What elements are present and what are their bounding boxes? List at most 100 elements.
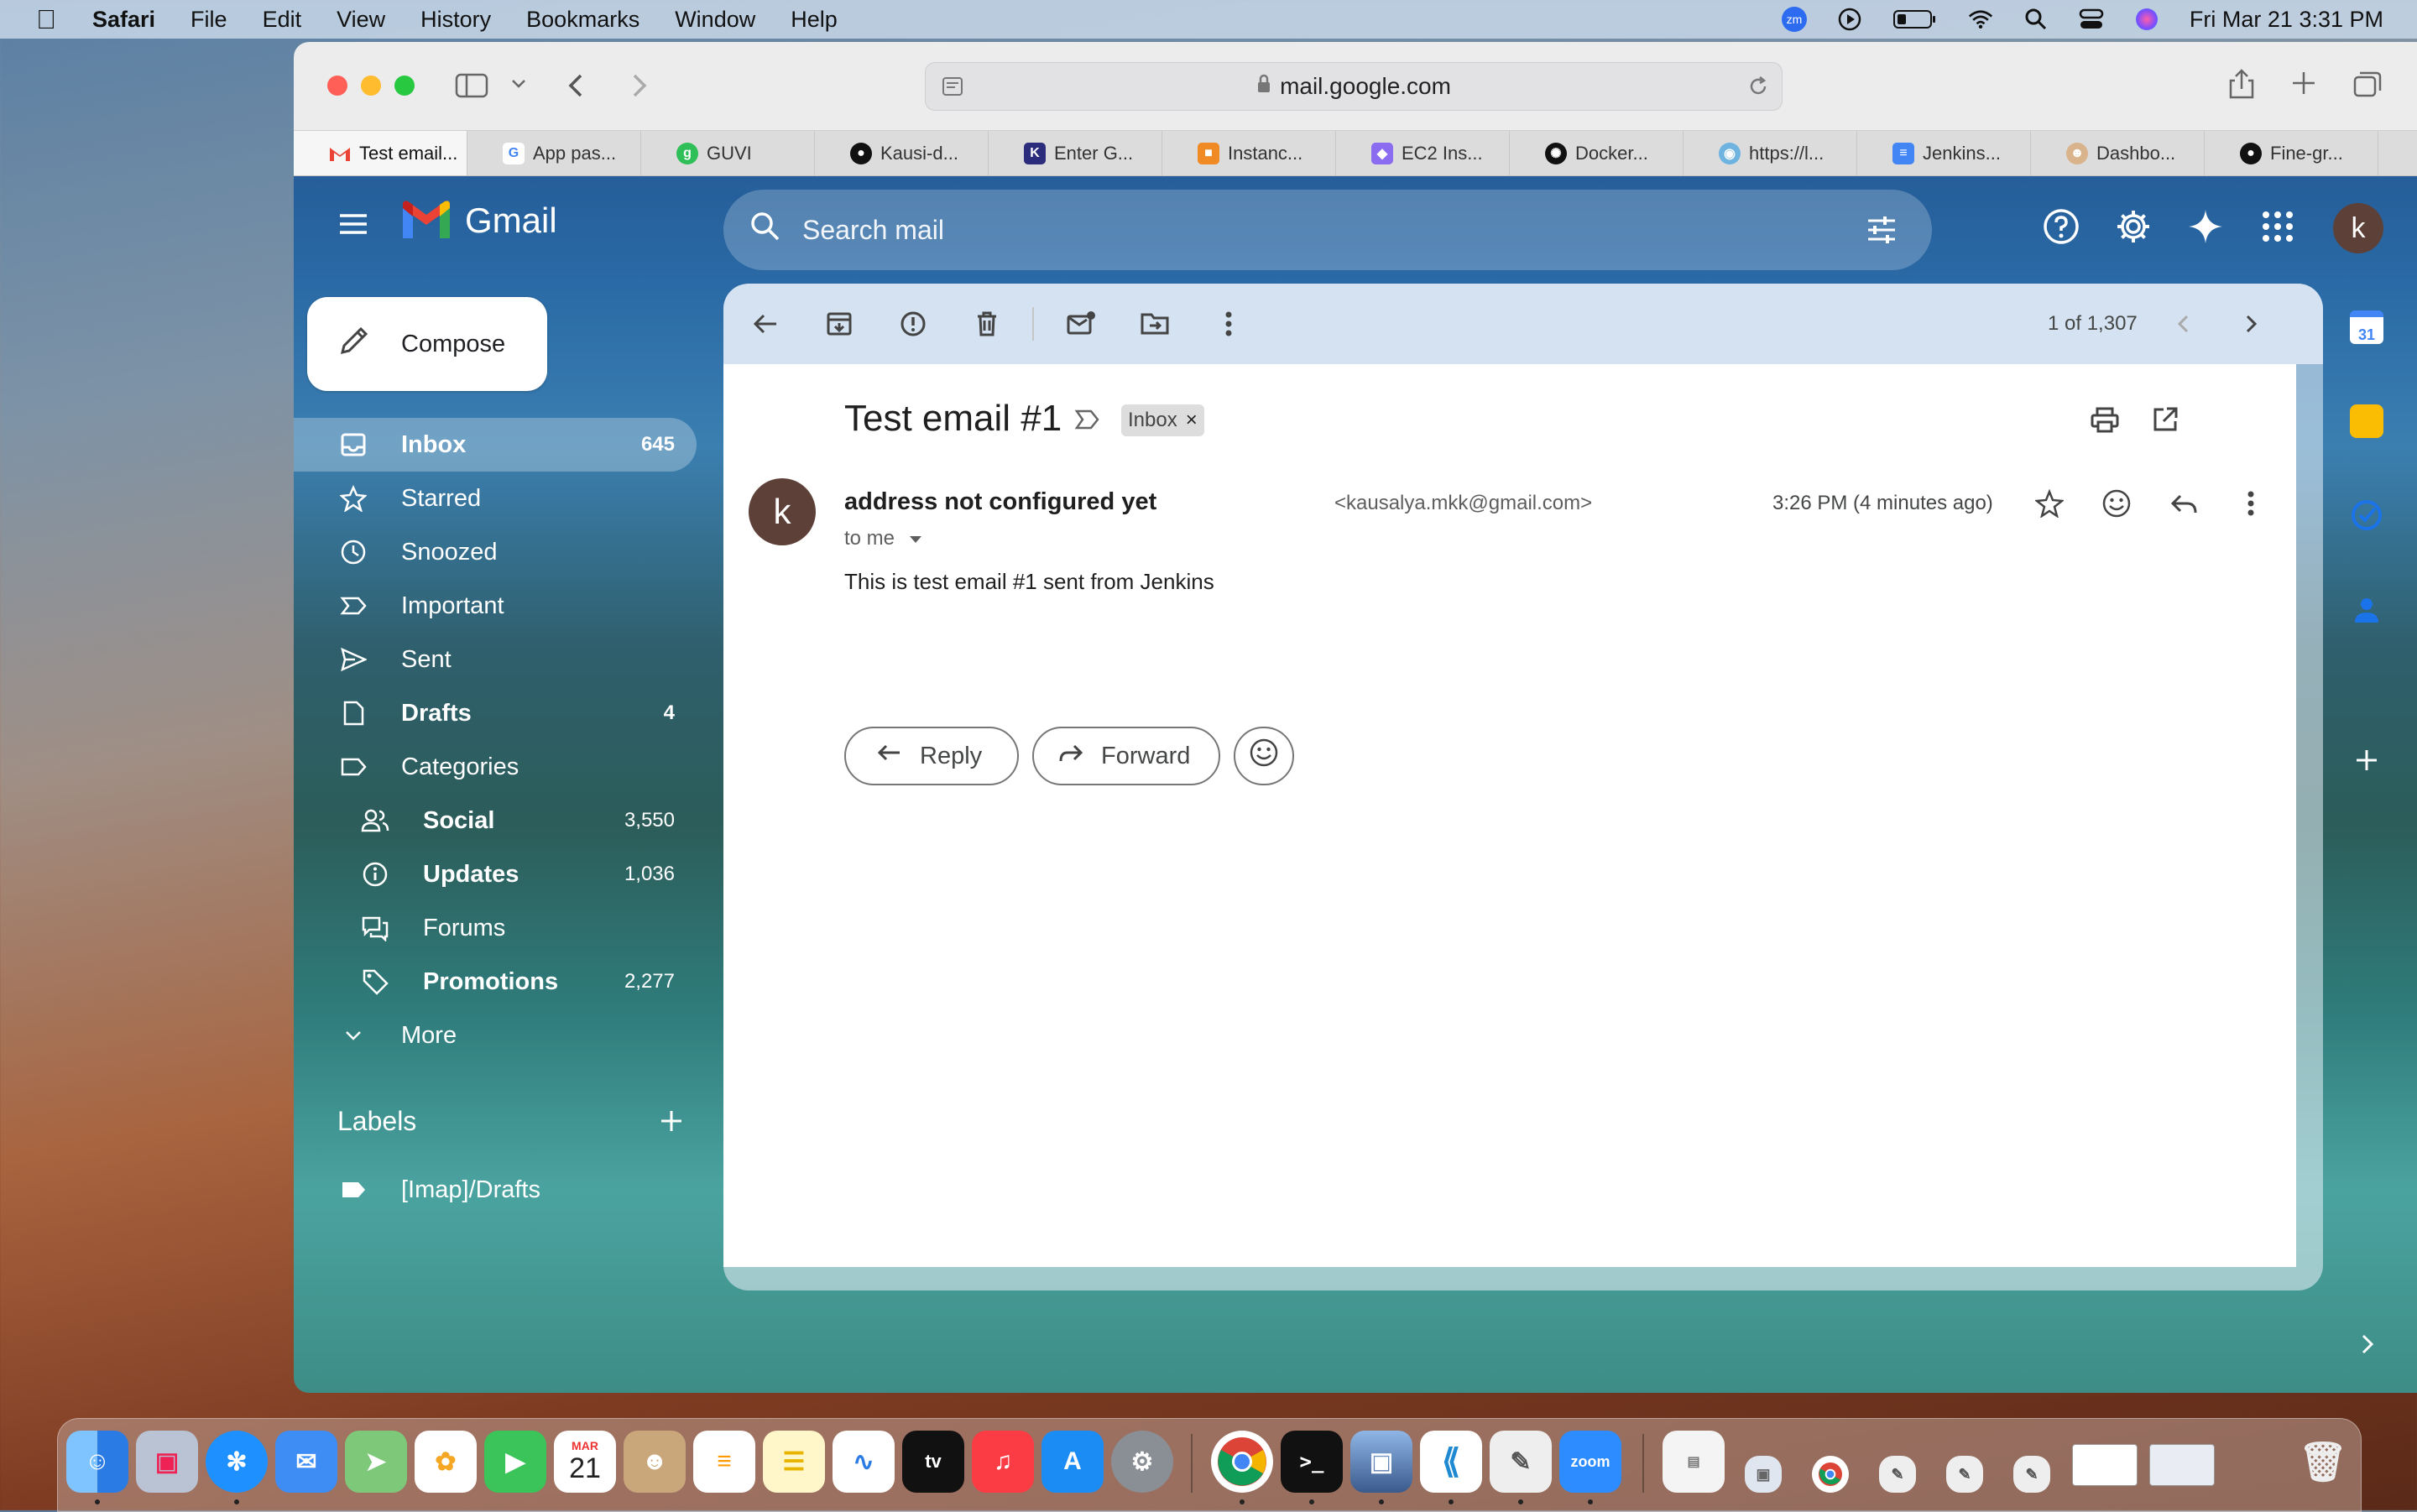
nav-snoozed[interactable]: Snoozed — [294, 525, 697, 579]
apple-tv-icon[interactable]: tv — [902, 1431, 964, 1493]
account-avatar[interactable]: k — [2333, 203, 2383, 253]
app-store-icon[interactable]: A — [1041, 1431, 1104, 1493]
tab-instances[interactable]: ■ Instanc... — [1162, 131, 1336, 175]
menu-edit[interactable]: Edit — [263, 7, 302, 33]
menu-help[interactable]: Help — [791, 7, 838, 33]
system-settings-icon[interactable]: ⚙ — [1111, 1431, 1173, 1493]
photos-icon[interactable]: ✿ — [415, 1431, 477, 1493]
expand-panel-icon[interactable] — [2357, 1331, 2377, 1362]
menu-file[interactable]: File — [191, 7, 227, 33]
back-arrow-icon[interactable] — [564, 69, 589, 107]
nav-inbox[interactable]: Inbox 645 — [294, 418, 697, 472]
message-more-icon[interactable] — [2234, 487, 2268, 520]
terminal-icon[interactable]: >_ — [1281, 1431, 1343, 1493]
newer-chevron-icon[interactable] — [2167, 307, 2200, 341]
delete-icon[interactable] — [970, 307, 1004, 341]
gemini-sparkle-icon[interactable] — [2187, 208, 2224, 249]
zoom-window-button[interactable] — [394, 76, 415, 96]
nav-drafts[interactable]: Drafts 4 — [294, 686, 697, 740]
battery-icon[interactable] — [1892, 7, 1938, 32]
settings-gear-icon[interactable] — [2115, 208, 2152, 249]
search-options-icon[interactable] — [1865, 213, 1898, 253]
menu-window[interactable]: Window — [675, 7, 755, 33]
get-addons-icon[interactable] — [2353, 747, 2380, 778]
google-apps-icon[interactable] — [2261, 210, 2294, 248]
address-bar[interactable]: mail.google.com — [925, 62, 1783, 111]
notes-icon[interactable]: ☰ — [763, 1431, 825, 1493]
tasks-addon-icon[interactable] — [2350, 498, 2383, 536]
tab-dashboard[interactable]: ☻ Dashbo... — [2031, 131, 2205, 175]
wifi-icon[interactable] — [1968, 7, 1993, 32]
label-imap-drafts[interactable]: [Imap]/Drafts — [294, 1163, 697, 1217]
safari-icon[interactable]: ✻ — [206, 1431, 268, 1493]
nav-categories[interactable]: Categories — [294, 740, 697, 794]
main-menu-icon[interactable] — [336, 206, 371, 246]
emoji-reaction-button[interactable] — [1234, 727, 1294, 785]
new-tab-icon[interactable] — [2289, 69, 2318, 102]
back-to-inbox-icon[interactable] — [749, 307, 782, 341]
nav-starred[interactable]: Starred — [294, 472, 697, 525]
menu-bookmarks[interactable]: Bookmarks — [526, 7, 639, 33]
freeform-icon[interactable]: ∿ — [833, 1431, 895, 1493]
tab-docker[interactable]: ✺ Docker... — [1510, 131, 1684, 175]
finder-icon[interactable]: ☺ — [66, 1431, 128, 1493]
add-label-icon[interactable] — [658, 1108, 685, 1139]
music-icon[interactable]: ♫ — [972, 1431, 1034, 1493]
tab-https[interactable]: ◉ https://l... — [1684, 131, 1857, 175]
menu-clock[interactable]: Fri Mar 21 3:31 PM — [2190, 7, 2383, 33]
zoom-status-icon[interactable]: zm — [1781, 7, 1807, 32]
forward-arrow-icon[interactable] — [626, 69, 651, 107]
launchpad-icon[interactable]: ▣ — [136, 1431, 198, 1493]
search-bar[interactable]: Search mail — [723, 190, 1932, 270]
siri-icon[interactable] — [2134, 7, 2159, 32]
mail-app-icon[interactable]: ✉ — [275, 1431, 337, 1493]
print-icon[interactable] — [2088, 403, 2122, 436]
minimize-window-button[interactable] — [361, 76, 381, 96]
tab-guvi[interactable]: g GUVI — [641, 131, 815, 175]
nav-social[interactable]: Social 3,550 — [294, 794, 697, 847]
tab-ec2[interactable]: ◆ EC2 Ins... — [1336, 131, 1510, 175]
zoom-app-icon[interactable]: zoom — [1559, 1431, 1621, 1493]
compose-button[interactable]: Compose — [307, 297, 547, 391]
help-icon[interactable] — [2043, 208, 2080, 249]
search-input[interactable]: Search mail — [802, 215, 944, 246]
forward-button[interactable]: Forward — [1032, 727, 1220, 785]
txt-document-icon[interactable]: ▤ — [1663, 1431, 1725, 1493]
move-to-icon[interactable] — [1138, 307, 1172, 341]
share-icon[interactable] — [2227, 67, 2256, 105]
tab-enter-g[interactable]: K Enter G... — [989, 131, 1162, 175]
control-center-icon[interactable] — [2079, 7, 2104, 32]
reply-icon[interactable] — [2167, 487, 2200, 520]
calendar-icon[interactable]: MAR 21 — [554, 1431, 616, 1493]
tab-fine-grained[interactable]: ● Fine-gr... — [2205, 131, 2378, 175]
nav-updates[interactable]: Updates 1,036 — [294, 847, 697, 901]
nav-important[interactable]: Important — [294, 579, 697, 633]
menu-app-name[interactable]: Safari — [92, 7, 155, 33]
contacts-icon[interactable]: ☻ — [624, 1431, 686, 1493]
reply-button[interactable]: Reply — [844, 727, 1019, 785]
tab-app-passwords[interactable]: G App pas... — [467, 131, 641, 175]
spotlight-search-icon[interactable] — [2023, 7, 2049, 32]
menu-view[interactable]: View — [337, 7, 385, 33]
important-marker-icon[interactable] — [1074, 408, 1101, 435]
nav-more[interactable]: More — [294, 1009, 697, 1062]
remove-label-icon[interactable]: × — [1186, 409, 1198, 432]
sender-avatar[interactable]: k — [749, 478, 816, 545]
nav-promotions[interactable]: Promotions 2,277 — [294, 955, 697, 1009]
mark-unread-icon[interactable] — [1064, 307, 1098, 341]
report-spam-icon[interactable] — [896, 307, 930, 341]
minimized-textedit-icon[interactable]: ✎ — [2013, 1456, 2050, 1493]
emoji-react-icon[interactable] — [2100, 487, 2133, 520]
tab-jenkins-doc[interactable]: ≡ Jenkins... — [1857, 131, 2031, 175]
reload-icon[interactable] — [1746, 75, 1770, 104]
recipient-line[interactable]: to me — [844, 527, 923, 550]
sender-name[interactable]: address not configured yet — [844, 488, 1156, 516]
reminders-icon[interactable]: ≡ — [693, 1431, 755, 1493]
minimized-window-thumbnail[interactable] — [2149, 1444, 2215, 1486]
preview-icon[interactable]: ▣ — [1350, 1431, 1412, 1493]
minimized-window-icon[interactable]: ▣ — [1745, 1456, 1782, 1493]
nav-forums[interactable]: Forums — [294, 901, 697, 955]
gmail-logo[interactable]: Gmail — [399, 200, 557, 242]
minimized-textedit-icon[interactable]: ✎ — [1946, 1456, 1983, 1493]
trash-icon[interactable]: 🗑 — [2292, 1431, 2354, 1493]
